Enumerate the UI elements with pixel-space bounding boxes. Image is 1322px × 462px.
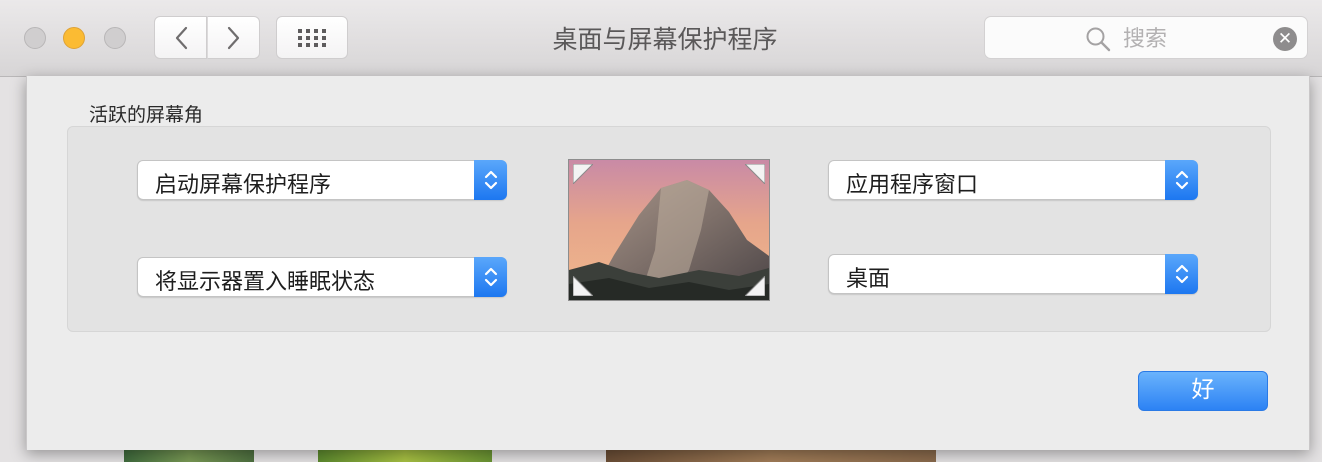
corner-top-right-icon — [745, 164, 765, 184]
popup-stepper[interactable] — [1165, 160, 1198, 200]
section-label: 活跃的屏幕角 — [89, 104, 204, 126]
popup-value: 将显示器置入睡眠状态 — [155, 270, 376, 295]
up-down-chevron-icon — [1175, 264, 1188, 284]
minimize-window-button[interactable] — [63, 27, 85, 49]
corner-top-left-icon — [573, 164, 593, 184]
bottom-right-corner-popup[interactable]: 桌面 — [828, 254, 1198, 294]
grid-icon — [298, 28, 326, 47]
desktop-preview-image — [568, 159, 770, 301]
chevron-left-icon — [175, 26, 187, 49]
up-down-chevron-icon — [484, 267, 497, 287]
up-down-chevron-icon — [484, 170, 497, 190]
corner-bottom-right-icon — [745, 276, 765, 296]
chevron-right-icon — [227, 26, 239, 49]
back-button[interactable] — [154, 16, 207, 59]
window-title: 桌面与屏幕保护程序 — [552, 25, 778, 54]
popup-value: 桌面 — [846, 267, 891, 292]
bottom-left-corner-popup[interactable]: 将显示器置入睡眠状态 — [137, 257, 507, 297]
clear-search-icon[interactable]: ✕ — [1273, 27, 1297, 51]
popup-stepper[interactable] — [1165, 254, 1198, 294]
title-bar: 桌面与屏幕保护程序 ✕ — [0, 0, 1322, 77]
popup-value: 启动屏幕保护程序 — [155, 173, 332, 198]
hot-corners-group: 启动屏幕保护程序 将显示器置入睡眠状态 应用程序窗口 桌面 — [67, 126, 1271, 332]
search-input[interactable] — [1121, 23, 1245, 55]
hot-corners-sheet: 活跃的屏幕角 启动屏幕保护程序 将显示器置入睡眠状态 应用程序窗口 桌面 好 — [26, 76, 1310, 450]
top-left-corner-popup[interactable]: 启动屏幕保护程序 — [137, 160, 507, 200]
zoom-window-button[interactable] — [104, 27, 126, 49]
corner-bottom-left-icon — [573, 276, 593, 296]
up-down-chevron-icon — [1175, 170, 1188, 190]
ok-button[interactable]: 好 — [1138, 371, 1268, 411]
popup-stepper[interactable] — [474, 257, 507, 297]
forward-button[interactable] — [207, 16, 260, 59]
search-field[interactable]: ✕ — [984, 16, 1308, 59]
top-right-corner-popup[interactable]: 应用程序窗口 — [828, 160, 1198, 200]
mountain-landscape-image — [569, 160, 769, 300]
popup-stepper[interactable] — [474, 160, 507, 200]
popup-value: 应用程序窗口 — [846, 173, 979, 198]
show-all-button[interactable] — [276, 16, 348, 59]
search-icon — [1086, 27, 1111, 52]
close-window-button[interactable] — [24, 27, 46, 49]
